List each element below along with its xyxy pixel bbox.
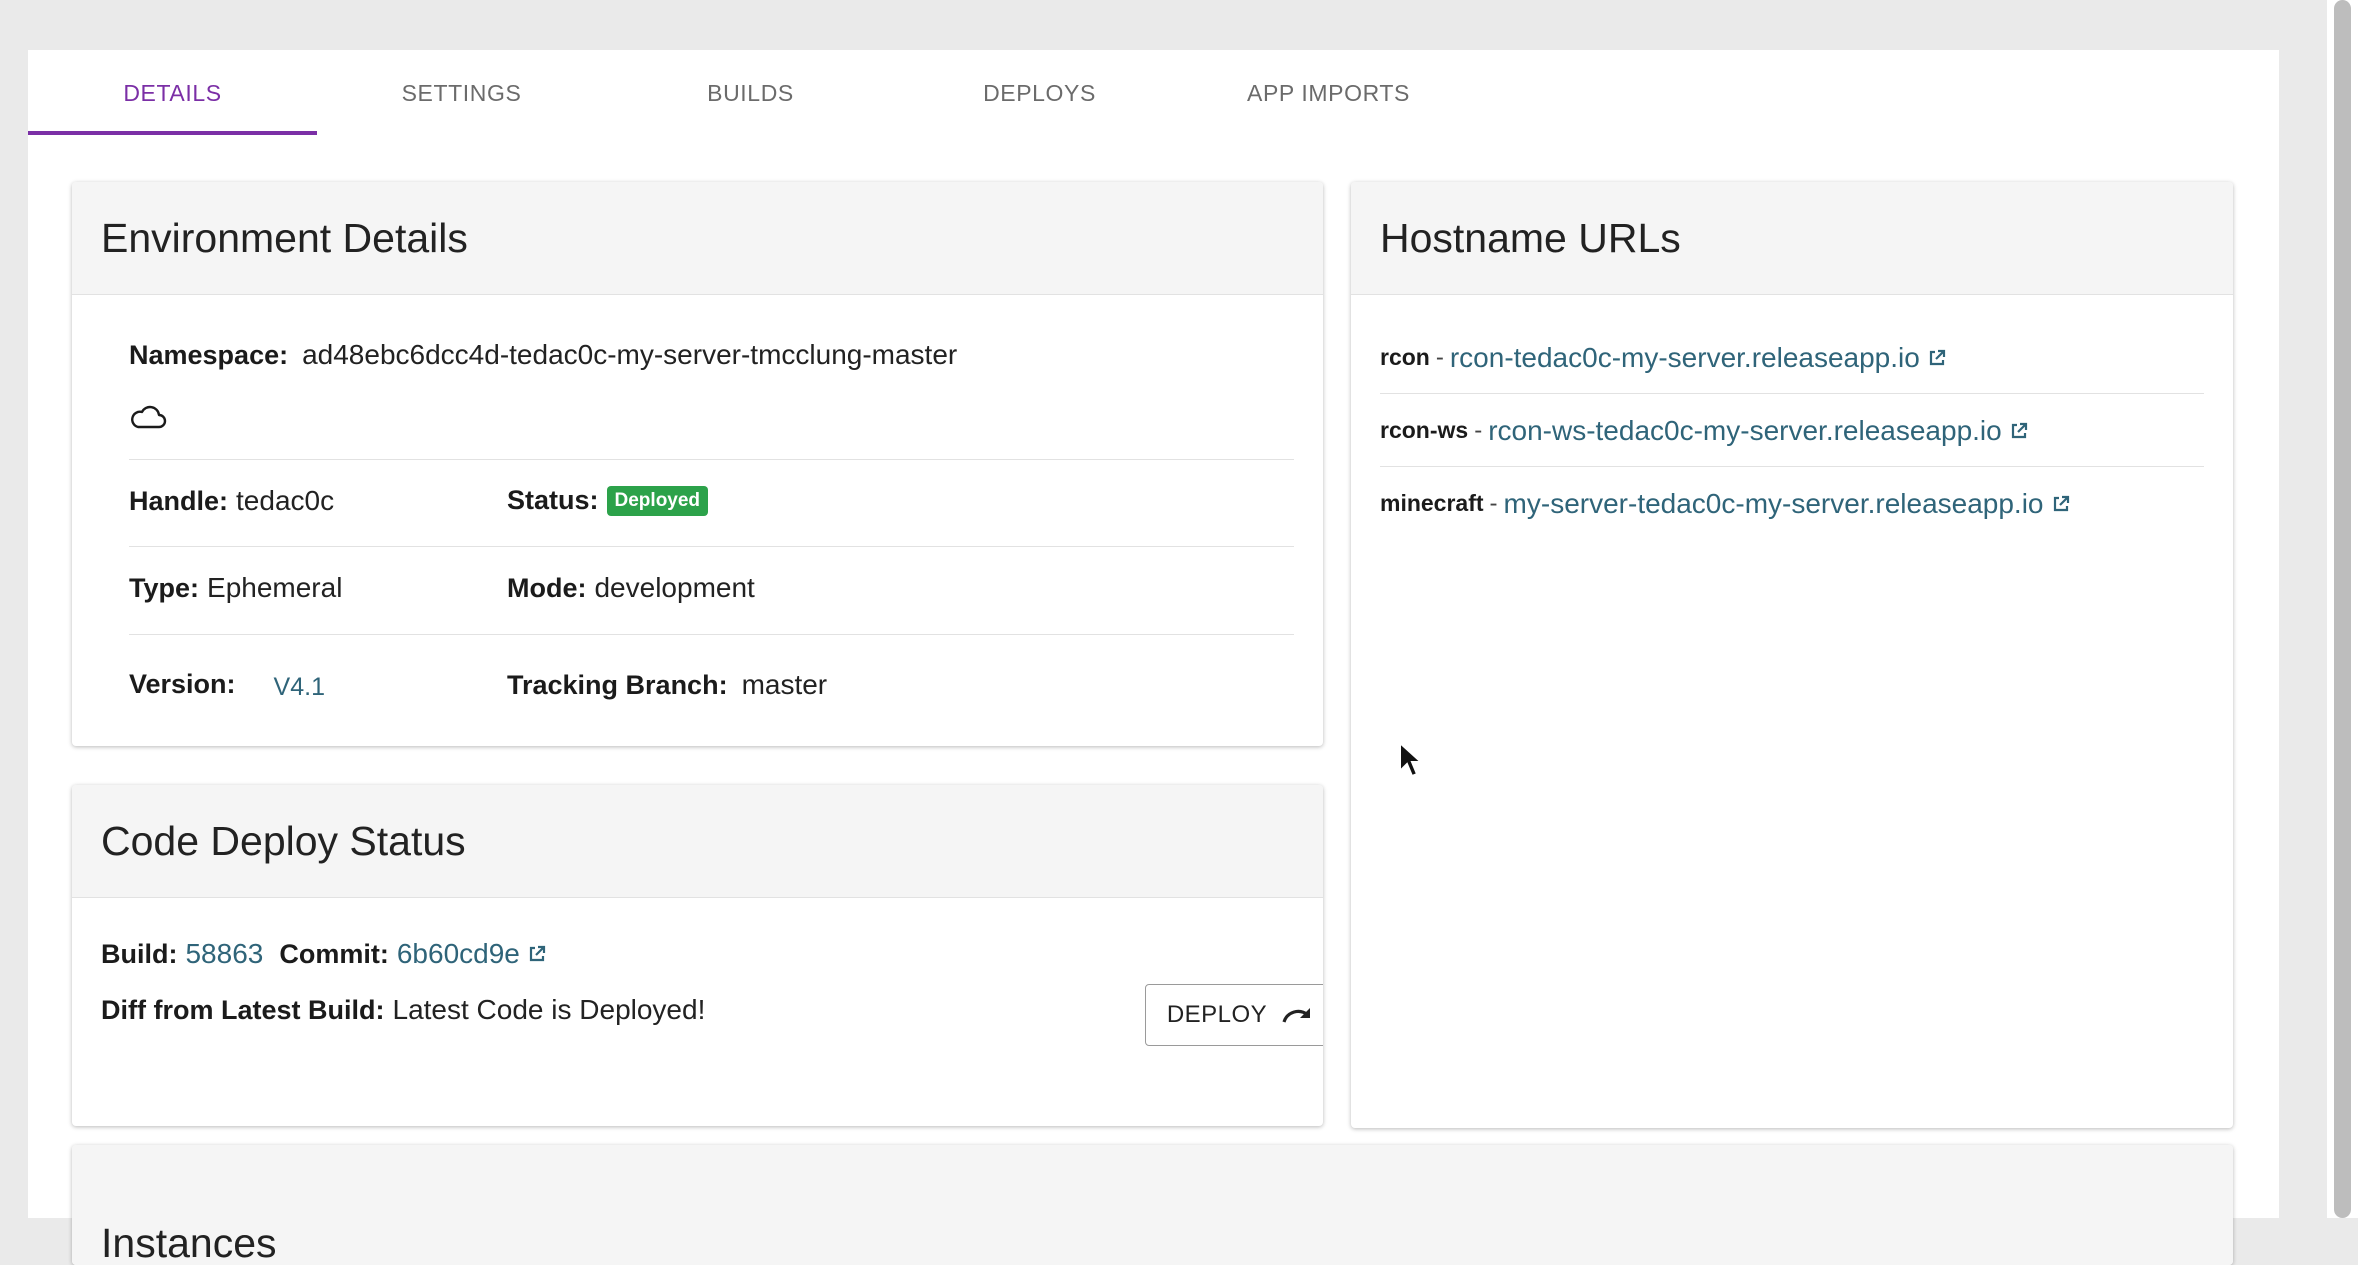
handle-label: Handle:	[129, 485, 229, 516]
version-label: Version:	[129, 669, 236, 699]
hostname-url-link[interactable]: rcon-ws-tedac0c-my-server.releaseapp.io	[1488, 415, 2002, 447]
hostname-urls-title: Hostname URLs	[1380, 214, 1681, 261]
instances-card: Instances	[72, 1145, 2233, 1265]
code-deploy-status-title: Code Deploy Status	[101, 817, 466, 864]
scrollbar-thumb[interactable]	[2334, 0, 2351, 1218]
status-badge: Deployed	[606, 485, 709, 516]
namespace-label: Namespace:	[129, 339, 289, 370]
active-tab-indicator	[28, 131, 317, 135]
hostname-name: rcon	[1380, 344, 1430, 370]
diff-label: Diff from Latest Build:	[101, 994, 385, 1025]
divider	[129, 546, 1294, 547]
external-link-icon[interactable]	[2052, 495, 2070, 513]
code-deploy-status-card: Code Deploy Status Build: 58863 Commit: …	[72, 785, 1323, 1126]
instances-title: Instances	[101, 1220, 277, 1265]
mouse-pointer-icon	[1399, 741, 1424, 778]
hostname-separator: -	[1474, 416, 1483, 444]
hostname-name: rcon-ws	[1380, 417, 1469, 443]
divider	[129, 634, 1294, 635]
hostname-url-link[interactable]: my-server-tedac0c-my-server.releaseapp.i…	[1504, 488, 2044, 520]
type-label: Type:	[129, 572, 200, 603]
hostname-urls-header: Hostname URLs	[1351, 182, 2233, 295]
environment-details-title: Environment Details	[101, 214, 468, 261]
build-commit-row: Build: 58863 Commit: 6b60cd9e	[101, 938, 546, 970]
mode-value: development	[594, 572, 755, 603]
divider	[129, 459, 1294, 460]
hostname-row: rcon-ws - rcon-ws-tedac0c-my-server.rele…	[1351, 394, 2233, 467]
tab-builds[interactable]: BUILDS	[606, 50, 895, 136]
tracking-branch-label: Tracking Branch:	[507, 669, 728, 700]
external-link-icon[interactable]	[528, 945, 546, 963]
deploy-button[interactable]: DEPLOY	[1145, 984, 1323, 1046]
instances-header: Instances	[72, 1145, 2233, 1265]
environment-details-card: Environment Details Namespace: ad48ebc6d…	[72, 182, 1323, 746]
hostname-urls-card: Hostname URLs rcon - rcon-tedac0c-my-ser…	[1351, 182, 2233, 1128]
build-label: Build:	[101, 938, 178, 969]
hostname-separator: -	[1435, 343, 1444, 371]
build-link[interactable]: 58863	[185, 938, 263, 970]
hostname-separator: -	[1489, 489, 1498, 517]
handle-value: tedac0c	[236, 485, 335, 516]
tab-deploys[interactable]: DEPLOYS	[895, 50, 1184, 136]
main-content: DETAILS SETTINGS BUILDS DEPLOYS APP IMPO…	[28, 50, 2279, 1265]
handle-field: Handle: tedac0c	[129, 485, 334, 517]
status-label: Status:	[507, 485, 599, 515]
version-field: Version: V4.1	[129, 667, 325, 702]
diff-row: Diff from Latest Build: Latest Code is D…	[101, 994, 705, 1026]
version-link[interactable]: V4.1	[274, 673, 325, 702]
hostname-name: minecraft	[1380, 490, 1484, 516]
namespace-row: Namespace: ad48ebc6dcc4d-tedac0c-my-serv…	[129, 339, 1294, 371]
cloud-icon	[131, 405, 167, 429]
code-deploy-status-header: Code Deploy Status	[72, 785, 1323, 898]
mode-label: Mode:	[507, 572, 587, 603]
tracking-branch-value: master	[741, 669, 828, 700]
hostname-row: minecraft - my-server-tedac0c-my-server.…	[1351, 467, 2233, 540]
tab-details[interactable]: DETAILS	[28, 50, 317, 136]
deploy-button-label: DEPLOY	[1166, 1001, 1268, 1028]
diff-value: Latest Code is Deployed!	[392, 994, 706, 1025]
tab-app-imports[interactable]: APP IMPORTS	[1184, 50, 1473, 136]
mode-field: Mode: development	[507, 572, 755, 604]
type-value: Ephemeral	[207, 572, 343, 603]
namespace-value: ad48ebc6dcc4d-tedac0c-my-server-tmcclung…	[302, 339, 958, 370]
environment-details-header: Environment Details	[72, 182, 1323, 295]
redo-icon	[1282, 1008, 1311, 1023]
external-link-icon[interactable]	[2010, 422, 2028, 440]
tracking-branch-field: Tracking Branch: master	[507, 669, 827, 701]
hostname-url-link[interactable]: rcon-tedac0c-my-server.releaseapp.io	[1450, 342, 1920, 374]
external-link-icon[interactable]	[1928, 349, 1946, 367]
tab-settings[interactable]: SETTINGS	[317, 50, 606, 136]
commit-link[interactable]: 6b60cd9e	[397, 938, 520, 970]
tab-bar: DETAILS SETTINGS BUILDS DEPLOYS APP IMPO…	[28, 50, 1498, 136]
hostname-row: rcon - rcon-tedac0c-my-server.releaseapp…	[1351, 321, 2233, 394]
status-field: Status: Deployed	[507, 485, 709, 516]
commit-label: Commit:	[279, 938, 389, 969]
type-field: Type: Ephemeral	[129, 572, 342, 604]
